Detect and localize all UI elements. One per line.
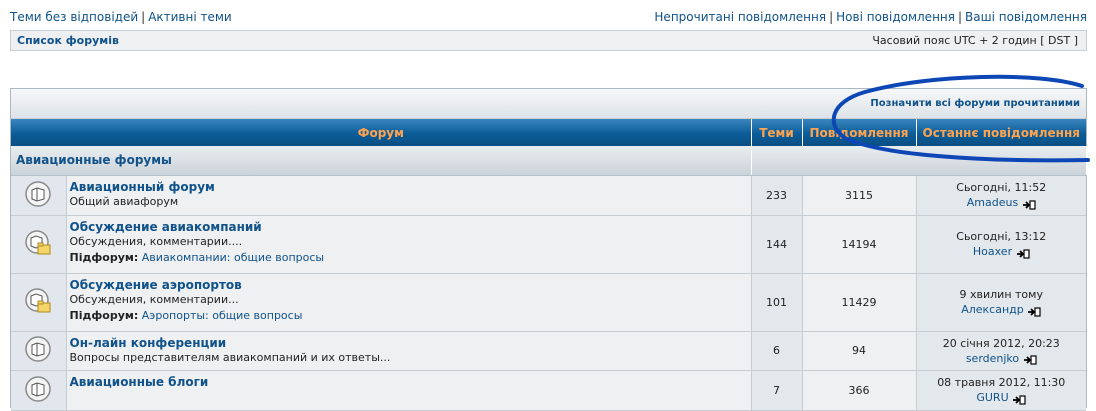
mark-all-read-link[interactable]: Позначити всі форуми прочитаними bbox=[870, 98, 1080, 109]
topics-count: 144 bbox=[751, 215, 803, 274]
forum-read-icon bbox=[23, 374, 53, 404]
forum-title[interactable]: Он-лайн конференции bbox=[70, 336, 747, 351]
breadcrumb-bar: Список форумів Часовий пояс UTC + 2 годи… bbox=[10, 30, 1087, 51]
new-posts-link[interactable]: Нові повідомлення bbox=[836, 10, 955, 24]
forum-row: Обсуждение аэропортов Обсуждения, коммен… bbox=[11, 273, 1086, 332]
column-header-topics: Теми bbox=[751, 119, 803, 146]
goto-last-post-icon[interactable] bbox=[1016, 248, 1030, 259]
forum-title[interactable]: Обсуждение аэропортов bbox=[70, 278, 747, 293]
last-post-time: 9 хвилин тому bbox=[959, 288, 1043, 301]
active-topics-link[interactable]: Активні теми bbox=[148, 10, 232, 24]
forum-title[interactable]: Обсуждение авиакомпаний bbox=[70, 220, 747, 235]
last-post-time: 08 травня 2012, 11:30 bbox=[937, 376, 1066, 389]
forum-row: Он-лайн конференции Вопросы представител… bbox=[11, 331, 1086, 371]
subforum-label: Підфорум: bbox=[69, 250, 139, 264]
goto-last-post-icon[interactable] bbox=[1012, 394, 1026, 405]
subforum-link[interactable]: Аэропорты: общие вопросы bbox=[142, 309, 303, 322]
forum-description: Вопросы представителям авиакомпаний и их… bbox=[69, 350, 391, 364]
goto-last-post-icon[interactable] bbox=[1022, 199, 1036, 210]
forum-read-icon bbox=[23, 179, 53, 209]
posts-count: 11429 bbox=[802, 273, 917, 332]
subforum-label: Підфорум: bbox=[69, 308, 139, 322]
goto-last-post-icon[interactable] bbox=[1023, 354, 1037, 365]
unread-posts-link[interactable]: Непрочитані повідомлення bbox=[654, 10, 826, 24]
top-links-bar: Теми без відповідей | Активні теми Непрочи… bbox=[10, 10, 1087, 24]
column-header-forum: Форум bbox=[11, 119, 752, 146]
forum-row: Авиационный форум Общий авиафорум 233 31… bbox=[11, 175, 1086, 216]
category-row: Авиационные форумы bbox=[11, 146, 1087, 176]
posts-count: 3115 bbox=[802, 175, 917, 216]
posts-count: 14194 bbox=[802, 215, 917, 274]
last-post-author[interactable]: serdenjko bbox=[966, 352, 1019, 365]
forum-row: Авиационные блоги 7 366 08 травня 2012, … bbox=[11, 370, 1086, 411]
your-posts-link[interactable]: Ваші повідомлення bbox=[965, 10, 1087, 24]
forum-subforum-icon bbox=[23, 228, 53, 258]
column-header-last-post: Останнє повідомлення bbox=[916, 119, 1086, 146]
forum-subforum-icon bbox=[23, 286, 53, 316]
forum-row: Обсуждение авиакомпаний Обсуждения, комм… bbox=[11, 215, 1086, 274]
mark-read-bar: Позначити всі форуми прочитаними bbox=[11, 89, 1086, 119]
last-post-author[interactable]: Hoaxer bbox=[973, 245, 1012, 258]
forum-title[interactable]: Авиационный форум bbox=[70, 180, 747, 195]
forum-description: Обсуждения, комментарии.... bbox=[69, 234, 243, 248]
forum-title[interactable]: Авиационные блоги bbox=[70, 375, 747, 390]
topics-count: 6 bbox=[751, 331, 803, 371]
forum-description: Общий авиафорум bbox=[69, 194, 179, 208]
topics-count: 7 bbox=[751, 370, 803, 411]
forum-read-icon bbox=[23, 334, 53, 364]
posts-count: 366 bbox=[802, 370, 917, 411]
last-post-time: Сьогодні, 11:52 bbox=[956, 181, 1047, 194]
subforum-link[interactable]: Авиакомпании: общие вопросы bbox=[142, 251, 324, 264]
last-post-time: 20 січня 2012, 20:23 bbox=[942, 336, 1060, 350]
posts-count: 94 bbox=[802, 331, 917, 371]
unanswered-topics-link[interactable]: Теми без відповідей bbox=[10, 10, 138, 24]
last-post-time: Сьогодні, 13:12 bbox=[956, 230, 1047, 243]
goto-last-post-icon[interactable] bbox=[1027, 306, 1041, 317]
topics-count: 101 bbox=[751, 273, 803, 332]
category-title[interactable]: Авиационные форумы bbox=[16, 153, 172, 167]
timezone-info: Часовий пояс UTC + 2 годин [ DST ] bbox=[872, 34, 1078, 47]
last-post-author[interactable]: GURU bbox=[976, 391, 1008, 404]
forum-list-panel: Позначити всі форуми прочитаними Форум Т… bbox=[10, 88, 1087, 411]
forums-table: Форум Теми Повідомлення Останнє повідомл… bbox=[11, 119, 1087, 411]
column-header-posts: Повідомлення bbox=[802, 119, 917, 146]
topics-count: 233 bbox=[751, 175, 803, 216]
last-post-author[interactable]: Amadeus bbox=[967, 196, 1018, 209]
last-post-author[interactable]: Александр bbox=[961, 303, 1024, 316]
breadcrumb-forum-index[interactable]: Список форумів bbox=[17, 34, 119, 47]
forum-description: Обсуждения, комментарии... bbox=[69, 292, 239, 306]
